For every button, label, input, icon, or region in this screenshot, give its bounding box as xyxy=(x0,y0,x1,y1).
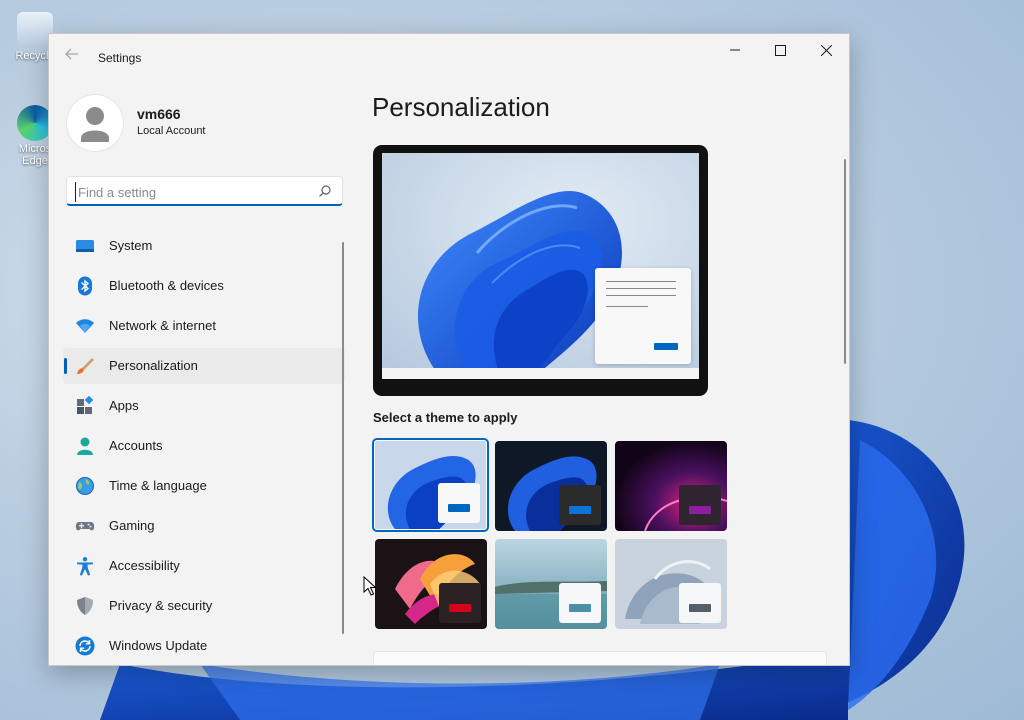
profile-account-type: Local Account xyxy=(137,125,206,137)
sidebar-item-label: Personalization xyxy=(109,358,198,373)
minimize-icon xyxy=(730,49,740,51)
sidebar-item-system[interactable]: System xyxy=(63,228,345,264)
settings-card[interactable] xyxy=(373,651,827,665)
search-box[interactable] xyxy=(66,176,343,206)
sidebar-item-label: Bluetooth & devices xyxy=(109,278,224,293)
sidebar-item-label: Privacy & security xyxy=(109,598,213,613)
avatar[interactable] xyxy=(66,94,124,152)
preview-accent-button xyxy=(654,343,678,350)
sidebar-item-label: Accounts xyxy=(109,438,163,453)
brush-icon xyxy=(75,356,95,376)
theme-window-sample xyxy=(559,583,601,623)
sidebar-item-windows-update[interactable]: Windows Update xyxy=(63,628,345,664)
theme-section-label: Select a theme to apply xyxy=(373,410,518,425)
close-button[interactable] xyxy=(803,34,849,66)
sidebar-item-privacy[interactable]: Privacy & security xyxy=(63,588,345,624)
preview-taskbar xyxy=(382,368,699,379)
sidebar-item-label: Apps xyxy=(109,398,139,413)
back-button[interactable] xyxy=(61,46,83,68)
sidebar-item-label: Accessibility xyxy=(109,558,180,573)
theme-window-sample xyxy=(679,485,721,525)
sidebar-item-network[interactable]: Network & internet xyxy=(63,308,345,344)
user-avatar-icon xyxy=(81,107,109,142)
theme-window-sample xyxy=(559,485,601,525)
window-title: Settings xyxy=(98,51,142,65)
profile-name: vm666 xyxy=(137,106,181,122)
sidebar-item-gaming[interactable]: Gaming xyxy=(63,508,345,544)
shield-icon xyxy=(75,596,95,616)
minimize-button[interactable] xyxy=(712,34,758,66)
theme-window-sample xyxy=(439,583,481,623)
person-icon xyxy=(75,436,95,456)
globe-icon xyxy=(75,476,95,496)
sidebar-item-accessibility[interactable]: Accessibility xyxy=(63,548,345,584)
theme-preview xyxy=(373,145,708,396)
back-arrow-icon xyxy=(65,48,78,60)
mouse-cursor-icon xyxy=(363,576,377,596)
sidebar-nav: System Bluetooth & devices Network & int… xyxy=(63,228,345,665)
sidebar-item-personalization[interactable]: Personalization xyxy=(63,348,345,384)
search-input[interactable] xyxy=(75,182,310,202)
sidebar-item-time-language[interactable]: Time & language xyxy=(63,468,345,504)
wifi-icon xyxy=(75,316,95,336)
page-title: Personalization xyxy=(372,92,550,122)
update-icon xyxy=(75,636,95,656)
maximize-icon xyxy=(774,44,786,56)
sidebar-scrollbar[interactable] xyxy=(342,242,344,634)
sidebar-item-label: Time & language xyxy=(109,478,207,493)
sidebar-item-label: Gaming xyxy=(109,518,155,533)
theme-window-sample xyxy=(679,583,721,623)
theme-tile-windows-light[interactable] xyxy=(372,438,489,532)
title-bar: Settings xyxy=(49,34,849,80)
sidebar-item-label: Windows Update xyxy=(109,638,208,653)
search-icon xyxy=(319,185,331,197)
theme-tile-windows-dark[interactable] xyxy=(495,441,607,531)
apps-icon xyxy=(75,396,95,416)
theme-preview-screen xyxy=(382,153,699,379)
bluetooth-icon xyxy=(75,276,95,296)
sidebar-item-bluetooth[interactable]: Bluetooth & devices xyxy=(63,268,345,304)
theme-tile-sunrise[interactable] xyxy=(495,539,607,629)
sidebar-item-label: System xyxy=(109,238,153,253)
theme-tile-glow[interactable] xyxy=(615,441,727,531)
theme-tile-flow[interactable] xyxy=(615,539,727,629)
gamepad-icon xyxy=(75,516,95,536)
preview-window xyxy=(595,268,691,364)
system-icon xyxy=(75,236,95,256)
theme-tile-captured-motion[interactable] xyxy=(375,539,487,629)
settings-window: Settings vm666 Local Account Find a sett… xyxy=(48,33,850,666)
maximize-button[interactable] xyxy=(757,34,803,66)
sidebar-item-apps[interactable]: Apps xyxy=(63,388,345,424)
theme-window-sample xyxy=(438,483,480,523)
main-scrollbar[interactable] xyxy=(844,159,846,364)
close-icon xyxy=(820,44,832,56)
sidebar-item-accounts[interactable]: Accounts xyxy=(63,428,345,464)
accessibility-icon xyxy=(75,556,95,576)
sidebar-item-label: Network & internet xyxy=(109,318,216,333)
